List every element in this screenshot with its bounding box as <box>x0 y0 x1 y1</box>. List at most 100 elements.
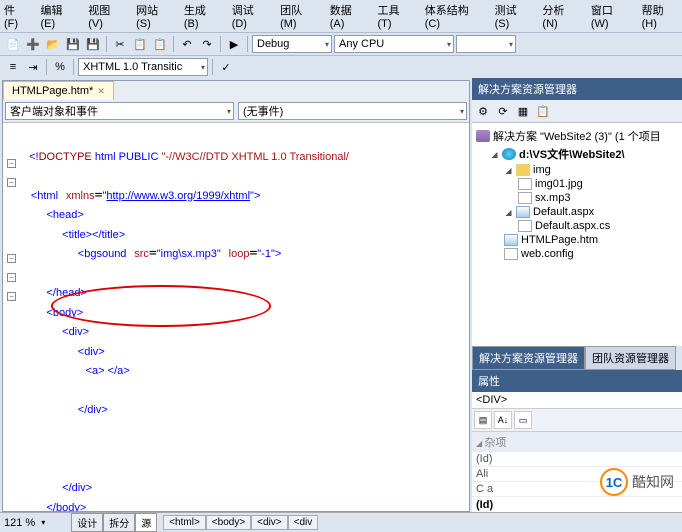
toolbar-html: ≡ ⇥ % XHTML 1.0 Transitic ✓ <box>0 55 682 78</box>
tree-solution[interactable]: 解决方案 "WebSite2 (3)" (1 个项目 <box>476 127 678 145</box>
outline-toggle[interactable]: − <box>7 159 16 168</box>
outline-toggle[interactable]: − <box>7 254 16 263</box>
tree-file[interactable]: Default.aspx.cs <box>476 219 678 233</box>
menu-tools[interactable]: 工具(T) <box>378 2 413 30</box>
tab-split[interactable]: 拆分 <box>103 513 135 532</box>
format-icon[interactable]: ≡ <box>4 58 22 76</box>
save-icon[interactable]: 💾 <box>64 35 82 53</box>
prop-row: (Id) <box>472 452 682 467</box>
document-tabs: HTMLPage.htm* ✕ <box>3 81 469 100</box>
cut-icon[interactable]: ✂ <box>111 35 129 53</box>
menu-help[interactable]: 帮助(H) <box>642 2 678 30</box>
aspx-icon <box>516 206 530 218</box>
cs-icon <box>518 220 532 232</box>
comment-icon[interactable]: % <box>51 58 69 76</box>
properties-toolbar: ▤ A↓ ▭ <box>472 409 682 432</box>
outline-toggle[interactable]: − <box>7 273 16 282</box>
indent-icon[interactable]: ⇥ <box>24 58 42 76</box>
paste-icon[interactable]: 📋 <box>151 35 169 53</box>
watermark-logo: 1C <box>600 468 628 496</box>
status-bar: 121 % ▾ 设计 拆分 源 <html> <body> <div> <div <box>0 512 682 532</box>
tab-design[interactable]: 设计 <box>71 513 103 532</box>
menu-analyze[interactable]: 分析(N) <box>542 2 578 30</box>
start-icon[interactable]: ▶ <box>225 35 243 53</box>
menu-file[interactable]: 件(F) <box>4 2 28 30</box>
pages-icon[interactable]: ▭ <box>514 411 532 429</box>
menu-build[interactable]: 生成(B) <box>184 2 220 30</box>
tab-htmlpage[interactable]: HTMLPage.htm* ✕ <box>3 81 114 100</box>
separator <box>220 36 221 52</box>
alpha-icon[interactable]: A↓ <box>494 411 512 429</box>
outline-toggle[interactable]: − <box>7 178 16 187</box>
close-icon[interactable]: ✕ <box>97 86 105 97</box>
tab-team-explorer[interactable]: 团队资源管理器 <box>585 346 676 370</box>
solution-tree[interactable]: 解决方案 "WebSite2 (3)" (1 个项目 ◢d:\VS文件\WebS… <box>472 123 682 346</box>
menu-view[interactable]: 视图(V) <box>88 2 124 30</box>
new-project-icon[interactable]: 📄 <box>4 35 22 53</box>
right-pane: 解决方案资源管理器 ⚙ ⟳ ▦ 📋 解决方案 "WebSite2 (3)" (1… <box>472 78 682 514</box>
website-icon <box>502 148 516 160</box>
code-editor[interactable]: <!DOCTYPE html PUBLIC "-//W3C//DTD XHTML… <box>3 123 469 511</box>
copy-path-icon[interactable]: 📋 <box>534 102 552 120</box>
expand-icon[interactable]: ◢ <box>504 208 513 217</box>
find-dropdown[interactable] <box>456 35 516 53</box>
tab-label: HTMLPage.htm* <box>12 85 93 97</box>
outline-toggle[interactable]: − <box>7 292 16 301</box>
crumb-div[interactable]: <div> <box>251 515 287 530</box>
html-icon <box>504 234 518 246</box>
menu-data[interactable]: 数据(A) <box>330 2 366 30</box>
expand-icon[interactable]: ◢ <box>504 166 513 175</box>
tree-file[interactable]: sx.mp3 <box>476 191 678 205</box>
tab-solution-explorer[interactable]: 解决方案资源管理器 <box>472 346 585 370</box>
menu-website[interactable]: 网站(S) <box>136 2 172 30</box>
object-dropdown[interactable]: 客户端对象和事件 <box>5 102 234 120</box>
menu-architecture[interactable]: 体系结构(C) <box>425 2 483 30</box>
menu-edit[interactable]: 编辑(E) <box>40 2 76 30</box>
properties-icon[interactable]: ⚙ <box>474 102 492 120</box>
toolbar-main: 📄 ➕ 📂 💾 💾 ✂ 📋 📋 ↶ ↷ ▶ Debug Any CPU <box>0 32 682 55</box>
tab-source[interactable]: 源 <box>135 513 157 532</box>
add-item-icon[interactable]: ➕ <box>24 35 42 53</box>
nest-icon[interactable]: ▦ <box>514 102 532 120</box>
save-all-icon[interactable]: 💾 <box>84 35 102 53</box>
copy-icon[interactable]: 📋 <box>131 35 149 53</box>
separator <box>173 36 174 52</box>
menu-test[interactable]: 测试(S) <box>495 2 531 30</box>
folder-icon <box>516 164 530 176</box>
doctype-dropdown[interactable]: XHTML 1.0 Transitic <box>78 58 208 76</box>
open-icon[interactable]: 📂 <box>44 35 62 53</box>
expand-icon[interactable]: ◢ <box>490 150 499 159</box>
zoom-level[interactable]: 121 % <box>4 517 35 529</box>
tree-file-default[interactable]: ◢Default.aspx <box>476 205 678 219</box>
crumb-body[interactable]: <body> <box>206 515 251 530</box>
solution-explorer-toolbar: ⚙ ⟳ ▦ 📋 <box>472 100 682 123</box>
tree-file[interactable]: web.config <box>476 247 678 261</box>
watermark: 1C 酷知网 <box>600 468 674 496</box>
menu-team[interactable]: 团队(M) <box>280 2 318 30</box>
categorized-icon[interactable]: ▤ <box>474 411 492 429</box>
crumb-html[interactable]: <html> <box>163 515 206 530</box>
menu-debug[interactable]: 调试(D) <box>232 2 268 30</box>
separator <box>73 59 74 75</box>
undo-icon[interactable]: ↶ <box>178 35 196 53</box>
platform-dropdown[interactable]: Any CPU <box>334 35 454 53</box>
tree-folder-img[interactable]: ◢img <box>476 163 678 177</box>
zoom-dropdown-icon[interactable]: ▾ <box>41 518 45 527</box>
redo-icon[interactable]: ↷ <box>198 35 216 53</box>
refresh-icon[interactable]: ⟳ <box>494 102 512 120</box>
menu-window[interactable]: 窗口(W) <box>591 2 630 30</box>
properties-object[interactable]: <DIV> <box>472 392 682 409</box>
prop-category[interactable]: ◢ 杂项 <box>472 432 682 452</box>
tree-file[interactable]: img01.jpg <box>476 177 678 191</box>
config-dropdown[interactable]: Debug <box>252 35 332 53</box>
solution-icon <box>476 130 490 142</box>
separator <box>247 36 248 52</box>
tree-file[interactable]: HTMLPage.htm <box>476 233 678 247</box>
image-icon <box>518 178 532 190</box>
event-dropdown[interactable]: (无事件) <box>238 102 467 120</box>
tree-project[interactable]: ◢d:\VS文件\WebSite2\ <box>476 145 678 163</box>
watermark-text: 酷知网 <box>632 472 674 492</box>
validate-icon[interactable]: ✓ <box>217 58 235 76</box>
crumb-div2[interactable]: <div <box>288 515 319 530</box>
separator <box>106 36 107 52</box>
